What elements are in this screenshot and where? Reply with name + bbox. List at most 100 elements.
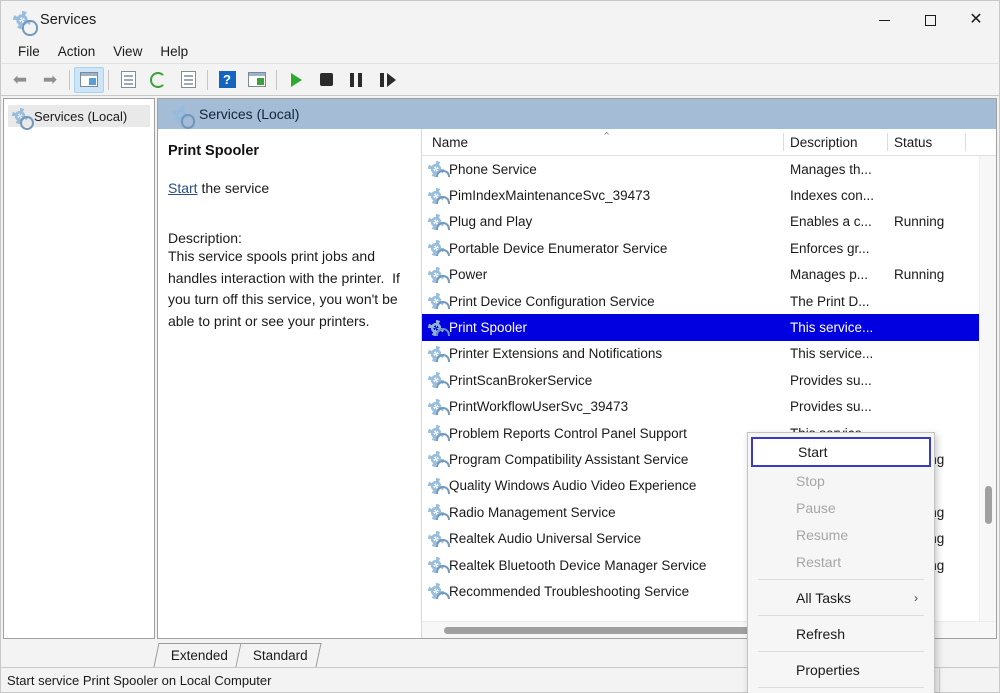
- refresh-button[interactable]: [143, 67, 173, 93]
- show-hide-console-tree-button[interactable]: [74, 66, 104, 93]
- close-button[interactable]: ✕: [953, 1, 999, 39]
- back-button[interactable]: ⬅: [5, 67, 35, 93]
- services-gear-icon: [428, 530, 451, 547]
- start-service-link[interactable]: Start: [168, 180, 198, 196]
- table-row[interactable]: PimIndexMaintenanceSvc_39473 Indexes con.…: [422, 182, 996, 208]
- services-gear-icon: [428, 557, 451, 574]
- maximize-button[interactable]: [907, 1, 953, 39]
- help-button[interactable]: ?: [212, 67, 242, 93]
- table-row[interactable]: Portable Device Enumerator Service Enforc…: [422, 235, 996, 261]
- context-menu-item-label: All Tasks: [796, 589, 851, 606]
- show-hide-action-pane-button[interactable]: [242, 67, 272, 93]
- column-header-status-label: Status: [894, 134, 933, 150]
- cell-name: Program Compatibility Assistant Service: [422, 451, 784, 468]
- services-gear-icon: [428, 293, 451, 310]
- service-details-panel: Print Spooler Start the service Descript…: [158, 129, 422, 638]
- menu-action[interactable]: Action: [49, 42, 105, 61]
- service-name-label: Realtek Bluetooth Device Manager Service: [449, 557, 707, 573]
- cell-description: Provides su...: [790, 372, 872, 388]
- menu-help[interactable]: Help: [151, 42, 197, 61]
- pause-service-button[interactable]: [341, 67, 371, 93]
- table-row[interactable]: Print Spooler This service...: [422, 314, 996, 341]
- services-gear-icon: [428, 319, 451, 336]
- cell-name: Recommended Troubleshooting Service: [422, 583, 784, 600]
- pane-header: Services (Local): [158, 99, 996, 129]
- service-detail-title: Print Spooler: [168, 143, 260, 159]
- cell-name: Power: [422, 266, 784, 283]
- properties-button[interactable]: [113, 67, 143, 93]
- vertical-scrollbar-thumb[interactable]: [985, 486, 992, 524]
- cell-name: Print Spooler: [422, 319, 784, 336]
- table-row[interactable]: Plug and Play Enables a c... Running: [422, 209, 996, 235]
- table-row[interactable]: PrintWorkflowUserSvc_39473 Provides su...: [422, 394, 996, 420]
- column-header-status[interactable]: Status: [888, 129, 966, 155]
- title-bar: Services ✕: [1, 1, 999, 39]
- context-menu-item-restart: Restart: [748, 548, 934, 575]
- submenu-chevron-icon: ›: [914, 590, 918, 605]
- table-row[interactable]: Print Device Configuration Service The Pr…: [422, 288, 996, 314]
- vertical-scrollbar[interactable]: [979, 156, 996, 621]
- horizontal-scrollbar-thumb[interactable]: [444, 627, 794, 634]
- console-tree-pane: Services (Local): [3, 98, 155, 639]
- pane-header-title: Services (Local): [199, 106, 300, 122]
- column-header-description[interactable]: Description: [784, 129, 888, 155]
- table-row[interactable]: PrintScanBrokerService Provides su...: [422, 367, 996, 393]
- status-bar-text: Start service Print Spooler on Local Com…: [7, 672, 272, 688]
- minimize-button[interactable]: [861, 1, 907, 39]
- cell-name: Printer Extensions and Notifications: [422, 345, 784, 362]
- context-menu-item-stop: Stop: [748, 467, 934, 494]
- services-pane: Services (Local) Print Spooler Start the…: [157, 98, 997, 693]
- services-gear-icon: [13, 11, 38, 36]
- tree-item-label: Services (Local): [34, 108, 128, 124]
- export-list-icon: [180, 71, 196, 88]
- table-row[interactable]: Power Manages p... Running: [422, 262, 996, 288]
- services-gear-icon: [428, 504, 451, 521]
- service-name-label: Print Device Configuration Service: [449, 293, 655, 309]
- context-menu-item-all-tasks[interactable]: All Tasks ›: [748, 584, 934, 611]
- cell-name: Radio Management Service: [422, 504, 784, 521]
- restart-service-button[interactable]: [371, 67, 405, 93]
- service-name-label: Phone Service: [449, 161, 537, 177]
- context-menu: Start Stop Pause Resume Restart All Tasks › Ref…: [747, 432, 935, 693]
- tab-standard[interactable]: Standard: [236, 643, 322, 667]
- close-icon: ✕: [969, 11, 983, 28]
- service-name-label: Printer Extensions and Notifications: [449, 346, 663, 362]
- service-name-label: Power: [449, 267, 488, 283]
- cell-name: Problem Reports Control Panel Support: [422, 425, 784, 442]
- cell-name: Realtek Bluetooth Device Manager Service: [422, 557, 784, 574]
- service-name-label: Plug and Play: [449, 214, 533, 230]
- tree-item-services-local[interactable]: Services (Local): [8, 105, 150, 131]
- menu-file[interactable]: File: [9, 42, 49, 61]
- context-menu-item-label: Start: [798, 444, 828, 460]
- context-menu-item-start[interactable]: Start: [751, 437, 931, 467]
- toolbar-separator: [207, 69, 208, 90]
- column-header-name[interactable]: Name ⌃: [422, 129, 784, 155]
- services-gear-icon: [428, 266, 451, 283]
- table-row[interactable]: Printer Extensions and Notifications This…: [422, 341, 996, 367]
- cell-name: Phone Service: [422, 161, 784, 178]
- start-service-button[interactable]: [281, 67, 311, 93]
- tab-extended[interactable]: Extended: [153, 643, 242, 667]
- table-row[interactable]: Phone Service Manages th...: [422, 156, 996, 182]
- context-menu-item-refresh[interactable]: Refresh: [748, 620, 934, 647]
- forward-button[interactable]: ➡: [35, 67, 65, 93]
- tab-standard-label: Standard: [252, 648, 308, 663]
- stop-service-button[interactable]: [311, 67, 341, 93]
- service-description-text: This service spools print jobs and handl…: [168, 248, 404, 330]
- cell-status: Running: [894, 214, 945, 230]
- cell-name: PimIndexMaintenanceSvc_39473: [422, 187, 784, 204]
- main-body: Services (Local) Services (Local) Print …: [1, 96, 999, 693]
- context-menu-item-properties[interactable]: Properties: [748, 656, 934, 683]
- menu-view[interactable]: View: [104, 42, 151, 61]
- service-name-label: Portable Device Enumerator Service: [449, 240, 668, 256]
- toolbar-separator: [108, 69, 109, 90]
- services-gear-icon: [428, 425, 451, 442]
- cell-description: Manages th...: [790, 161, 872, 177]
- cell-description: Indexes con...: [790, 188, 875, 204]
- export-list-button[interactable]: [173, 67, 203, 93]
- help-icon: ?: [218, 71, 236, 88]
- cell-name: Plug and Play: [422, 213, 784, 230]
- context-menu-item-label: Resume: [796, 526, 849, 543]
- service-name-label: PrintWorkflowUserSvc_39473: [449, 399, 629, 415]
- context-menu-item-resume: Resume: [748, 521, 934, 548]
